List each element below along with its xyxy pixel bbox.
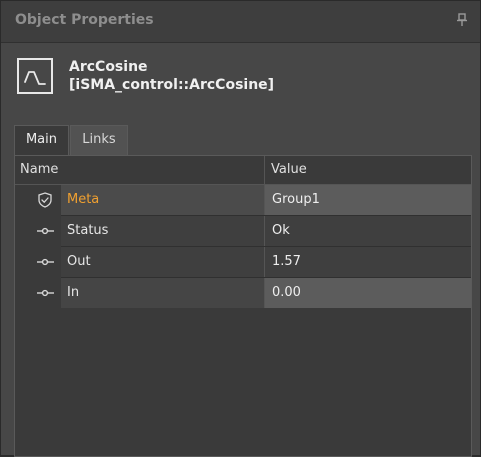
- row-value[interactable]: Group1: [264, 185, 471, 215]
- component-name: ArcCosine: [69, 59, 148, 75]
- panel-title: Object Properties: [15, 12, 154, 28]
- table-row-meta[interactable]: Meta Group1: [15, 185, 471, 215]
- table-header: Name Value: [15, 156, 471, 185]
- tab-main[interactable]: Main: [14, 125, 69, 155]
- panel-title-bar: Object Properties: [1, 1, 480, 43]
- table-row-status[interactable]: Status Ok: [15, 216, 471, 246]
- slot-connector-icon: [33, 254, 57, 270]
- component-header: ArcCosine [iSMA_control::ArcCosine]: [1, 43, 480, 115]
- column-header-name[interactable]: Name: [20, 162, 58, 177]
- row-name: Meta: [61, 185, 264, 215]
- column-header-value[interactable]: Value: [271, 162, 307, 177]
- arccosine-wave-icon: [17, 58, 53, 94]
- table-row-out[interactable]: Out 1.57: [15, 247, 471, 277]
- pin-icon[interactable]: [456, 13, 468, 27]
- shield-check-icon: [33, 192, 57, 208]
- object-properties-panel: Object Properties ArcCosine [iSMA_contro…: [0, 0, 481, 457]
- tab-bar: Main Links: [1, 115, 480, 155]
- row-value[interactable]: Ok: [264, 216, 471, 246]
- properties-table: Name Value Meta Group1 Status Ok Out 1.5…: [14, 155, 472, 457]
- slot-connector-icon: [33, 285, 57, 301]
- row-name: Status: [61, 216, 264, 246]
- component-type: [iSMA_control::ArcCosine]: [69, 77, 275, 93]
- row-value[interactable]: 1.57: [264, 247, 471, 277]
- row-name: Out: [61, 247, 264, 277]
- row-value[interactable]: 0.00: [264, 278, 471, 308]
- row-name: In: [61, 278, 264, 308]
- column-divider[interactable]: [264, 156, 265, 185]
- table-row-in[interactable]: In 0.00: [15, 278, 471, 308]
- tab-links[interactable]: Links: [70, 125, 128, 155]
- slot-connector-icon: [33, 223, 57, 239]
